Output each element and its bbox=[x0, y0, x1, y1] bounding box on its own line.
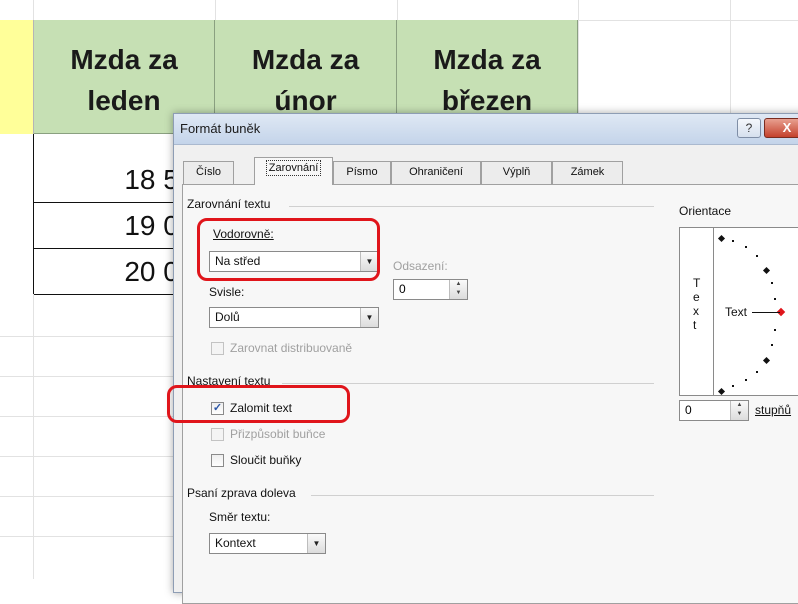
orientation-dial[interactable]: Text bbox=[714, 227, 798, 396]
highlight-horizontal-alignment bbox=[197, 218, 380, 281]
dialog-titlebar[interactable]: Formát buněk ? X bbox=[174, 114, 798, 145]
shrink-to-fit-label: Přizpůsobit buňce bbox=[230, 427, 326, 441]
section-divider bbox=[311, 495, 654, 496]
vertical-alignment-select[interactable]: Dolů ▼ bbox=[209, 307, 379, 328]
merge-cells-label: Sloučit buňky bbox=[230, 453, 302, 467]
format-cells-dialog: Formát buněk ? X Číslo Zarovnání Písmo O… bbox=[167, 113, 798, 604]
tab-number[interactable]: Číslo bbox=[183, 161, 234, 184]
orientation-letter: e bbox=[693, 290, 700, 304]
spinner-arrows-icon[interactable]: ▲ ▼ bbox=[730, 401, 748, 420]
justify-distributed-checkbox[interactable] bbox=[211, 342, 224, 355]
orientation-label: Orientace bbox=[679, 204, 732, 218]
header-line: Mzda za bbox=[70, 44, 178, 75]
orientation-mark bbox=[774, 329, 776, 331]
orientation-letter: x bbox=[693, 304, 699, 318]
orientation-mark bbox=[756, 255, 758, 257]
tab-fill[interactable]: Výplň bbox=[481, 161, 552, 184]
orientation-letter: T bbox=[693, 276, 701, 290]
orientation-mark bbox=[732, 240, 734, 242]
degrees-label-text: stupňů bbox=[755, 403, 792, 417]
vertical-label: Svisle: bbox=[209, 285, 245, 299]
text-direction-value: Kontext bbox=[215, 536, 256, 550]
section-right-to-left: Psaní zprava doleva bbox=[187, 486, 296, 500]
vertical-text-orientation[interactable]: T e x t bbox=[679, 227, 714, 396]
orientation-mark bbox=[771, 344, 773, 346]
help-button[interactable]: ? bbox=[737, 118, 761, 138]
indent-label: Odsazení: bbox=[393, 259, 448, 273]
section-text-alignment: Zarovnání textu bbox=[187, 197, 271, 211]
tab-label: Číslo bbox=[195, 166, 222, 178]
tab-font[interactable]: Písmo bbox=[333, 161, 391, 184]
shrink-to-fit-checkbox[interactable] bbox=[211, 428, 224, 441]
degrees-value: 0 bbox=[685, 403, 692, 417]
tab-alignment[interactable]: Zarovnání bbox=[254, 157, 333, 185]
highlight-wrap-text bbox=[167, 385, 350, 423]
tab-label: Zarovnání bbox=[265, 160, 322, 176]
orientation-line bbox=[752, 312, 780, 313]
header-line: Mzda za bbox=[251, 44, 360, 75]
dialog-title: Formát buněk bbox=[180, 121, 261, 136]
orientation-mark bbox=[717, 234, 726, 243]
degrees-label: stupňů bbox=[755, 403, 791, 417]
tab-label: Zámek bbox=[570, 166, 605, 178]
tab-border[interactable]: Ohraničení bbox=[391, 161, 481, 184]
orientation-mark bbox=[762, 356, 771, 365]
orientation-mark bbox=[756, 371, 758, 373]
close-button[interactable]: X bbox=[764, 118, 798, 138]
text-direction-select[interactable]: Kontext ▼ bbox=[209, 533, 326, 554]
justify-distributed-label: Zarovnat distribuovaně bbox=[230, 341, 353, 355]
orientation-sample-text: Text bbox=[725, 305, 748, 319]
tab-label: Písmo bbox=[346, 166, 378, 178]
orientation-letter: t bbox=[693, 318, 697, 332]
indent-spinner[interactable]: 0 ▲ ▼ bbox=[393, 279, 468, 300]
orientation-mark bbox=[762, 266, 771, 275]
section-divider bbox=[289, 206, 654, 207]
orientation-mark bbox=[774, 298, 776, 300]
tab-label: Ohraničení bbox=[409, 166, 463, 178]
tab-protection[interactable]: Zámek bbox=[552, 161, 623, 184]
spinner-arrows-icon[interactable]: ▲ ▼ bbox=[449, 280, 467, 299]
text-direction-label: Směr textu: bbox=[209, 510, 271, 524]
tab-label: Výplň bbox=[502, 166, 531, 178]
orientation-mark bbox=[717, 387, 726, 396]
degrees-spinner[interactable]: 0 ▲ ▼ bbox=[679, 400, 749, 421]
yellow-cell-column[interactable] bbox=[0, 20, 34, 134]
vertical-value: Dolů bbox=[215, 310, 240, 324]
orientation-mark bbox=[732, 385, 734, 387]
merge-cells-checkbox[interactable] bbox=[211, 454, 224, 467]
indent-value: 0 bbox=[399, 282, 406, 296]
chevron-down-icon[interactable]: ▼ bbox=[307, 534, 325, 553]
section-divider bbox=[282, 383, 654, 384]
header-line: Mzda za bbox=[433, 44, 541, 75]
chevron-down-icon[interactable]: ▼ bbox=[360, 308, 378, 327]
orientation-mark bbox=[745, 246, 747, 248]
orientation-mark bbox=[745, 379, 747, 381]
orientation-mark bbox=[771, 282, 773, 284]
